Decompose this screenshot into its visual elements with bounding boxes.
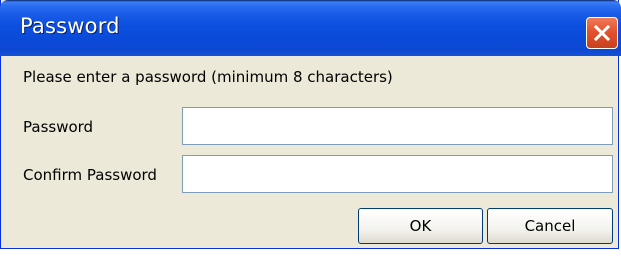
prompt-text: Please enter a password (minimum 8 chara… (23, 68, 393, 86)
confirm-password-field[interactable] (182, 155, 613, 193)
cancel-button[interactable]: Cancel (487, 208, 613, 244)
dialog-body: Please enter a password (minimum 8 chara… (1, 56, 618, 248)
confirm-password-label: Confirm Password (23, 166, 157, 184)
password-dialog-window: Password Please enter a password (minimu… (0, 0, 621, 249)
ok-button[interactable]: OK (358, 208, 483, 244)
close-icon (593, 24, 611, 42)
password-field[interactable] (182, 107, 613, 145)
close-button[interactable] (586, 17, 618, 49)
title-bar[interactable]: Password (0, 0, 621, 56)
password-label: Password (23, 118, 94, 136)
window-title: Password (20, 14, 120, 38)
